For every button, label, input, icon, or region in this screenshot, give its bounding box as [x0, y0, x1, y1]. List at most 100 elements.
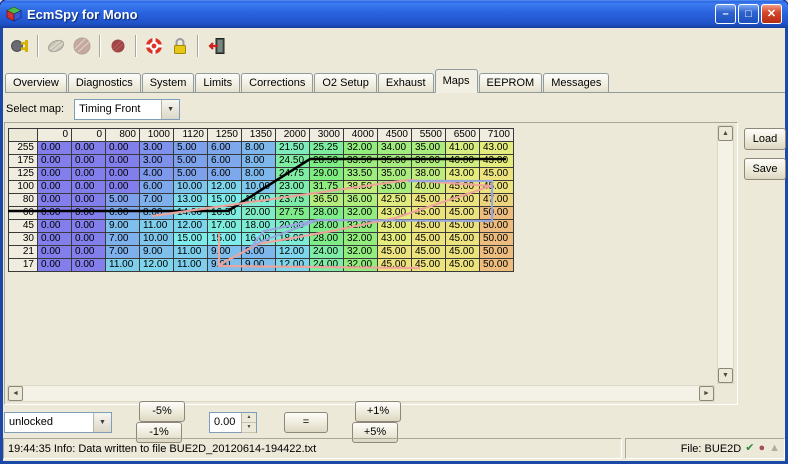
- map-cell[interactable]: 0.00: [38, 168, 71, 180]
- map-cell[interactable]: 32.00: [344, 220, 377, 232]
- map-cell[interactable]: 23.00: [276, 181, 309, 193]
- map-cell[interactable]: 6.00: [208, 155, 241, 167]
- map-cell[interactable]: 45.00: [412, 233, 445, 245]
- map-cell[interactable]: 0.00: [38, 233, 71, 245]
- map-cell[interactable]: 45.00: [378, 259, 411, 271]
- map-cell[interactable]: 3.00: [140, 142, 173, 154]
- map-cell[interactable]: 45.00: [446, 220, 479, 232]
- map-cell[interactable]: 8.00: [242, 142, 275, 154]
- map-cell[interactable]: 45.00: [446, 207, 479, 219]
- map-cell[interactable]: 45.00: [378, 246, 411, 258]
- map-cell[interactable]: 36.00: [344, 194, 377, 206]
- save-button[interactable]: Save: [744, 158, 786, 180]
- map-cell[interactable]: 16.50: [208, 207, 241, 219]
- map-cell[interactable]: 33.50: [344, 168, 377, 180]
- map-cell[interactable]: 18.00: [242, 194, 275, 206]
- tab-corrections[interactable]: Corrections: [241, 73, 313, 92]
- map-cell[interactable]: 0.00: [72, 155, 105, 167]
- map-cell[interactable]: 0.00: [106, 142, 139, 154]
- map-cell[interactable]: 0.00: [72, 259, 105, 271]
- map-cell[interactable]: 29.00: [310, 168, 343, 180]
- map-cell[interactable]: 0.00: [72, 142, 105, 154]
- map-cell[interactable]: 45.00: [446, 259, 479, 271]
- close-button[interactable]: ✕: [761, 4, 782, 24]
- map-cell[interactable]: 10.00: [140, 233, 173, 245]
- scroll-left-icon[interactable]: ◄: [8, 386, 23, 401]
- map-cell[interactable]: 35.00: [412, 142, 445, 154]
- map-cell[interactable]: 45.00: [412, 220, 445, 232]
- map-cell[interactable]: 28.00: [310, 233, 343, 245]
- load-button[interactable]: Load: [744, 128, 786, 150]
- scroll-up-icon[interactable]: ▲: [718, 126, 733, 141]
- map-cell[interactable]: 35.00: [378, 181, 411, 193]
- spinner-up-icon[interactable]: ▲: [242, 413, 256, 423]
- map-cell[interactable]: 28.00: [310, 207, 343, 219]
- map-cell[interactable]: 27.75: [276, 207, 309, 219]
- map-cell[interactable]: 8.00: [140, 207, 173, 219]
- map-cell[interactable]: 9.00: [106, 220, 139, 232]
- map-cell[interactable]: 11.00: [106, 259, 139, 271]
- map-cell[interactable]: 28.00: [310, 220, 343, 232]
- map-cell[interactable]: 11.00: [140, 220, 173, 232]
- map-cell[interactable]: 43.00: [378, 220, 411, 232]
- map-cell[interactable]: 12.00: [140, 259, 173, 271]
- map-cell[interactable]: 8.00: [242, 155, 275, 167]
- map-cell[interactable]: 13.00: [174, 194, 207, 206]
- map-cell[interactable]: 5.00: [174, 155, 207, 167]
- map-cell[interactable]: 50.00: [480, 233, 513, 245]
- map-cell[interactable]: 0.00: [72, 194, 105, 206]
- map-cell[interactable]: 21.50: [276, 142, 309, 154]
- map-cell[interactable]: 6.00: [208, 168, 241, 180]
- map-cell[interactable]: 5.00: [106, 194, 139, 206]
- tab-messages[interactable]: Messages: [543, 73, 609, 92]
- tab-o2-setup[interactable]: O2 Setup: [314, 73, 376, 92]
- map-cell[interactable]: 0.00: [72, 233, 105, 245]
- tab-eeprom[interactable]: EEPROM: [479, 73, 543, 92]
- map-cell[interactable]: 12.00: [174, 220, 207, 232]
- map-cell[interactable]: 15.00: [174, 233, 207, 245]
- map-cell[interactable]: 10.00: [174, 181, 207, 193]
- map-cell[interactable]: 12.00: [276, 259, 309, 271]
- vertical-scrollbar[interactable]: ▲ ▼: [717, 125, 734, 384]
- map-cell[interactable]: 0.00: [38, 246, 71, 258]
- map-cell[interactable]: 9.00: [208, 259, 241, 271]
- tab-maps[interactable]: Maps: [435, 69, 478, 93]
- map-cell[interactable]: 0.00: [72, 220, 105, 232]
- map-cell[interactable]: 32.00: [344, 246, 377, 258]
- map-cell[interactable]: 6.00: [208, 142, 241, 154]
- tab-overview[interactable]: Overview: [5, 73, 67, 92]
- map-cell[interactable]: 3.00: [140, 155, 173, 167]
- lock-icon[interactable]: [168, 34, 192, 58]
- map-cell[interactable]: 45.00: [446, 246, 479, 258]
- map-cell[interactable]: 0.00: [106, 181, 139, 193]
- chevron-down-icon[interactable]: ▼: [93, 413, 111, 432]
- map-cell[interactable]: 43.00: [480, 142, 513, 154]
- map-cell[interactable]: 24.00: [310, 259, 343, 271]
- map-cell[interactable]: 0.00: [106, 155, 139, 167]
- map-cell[interactable]: 45.00: [480, 168, 513, 180]
- map-cell[interactable]: 45.00: [412, 194, 445, 206]
- map-cell[interactable]: 32.00: [344, 207, 377, 219]
- map-cell[interactable]: 23.75: [276, 194, 309, 206]
- chevron-down-icon[interactable]: ▼: [161, 100, 179, 119]
- map-cell[interactable]: 6.00: [106, 207, 139, 219]
- map-cell[interactable]: 0.00: [38, 194, 71, 206]
- map-cell[interactable]: 42.50: [378, 194, 411, 206]
- map-cell[interactable]: 36.00: [412, 155, 445, 167]
- map-cell[interactable]: 24.75: [276, 168, 309, 180]
- map-cell[interactable]: 14.00: [174, 207, 207, 219]
- map-cell[interactable]: 47.00: [480, 194, 513, 206]
- map-cell[interactable]: 7.00: [140, 194, 173, 206]
- map-cell[interactable]: 50.00: [480, 246, 513, 258]
- map-cell[interactable]: 20.00: [276, 220, 309, 232]
- minimize-button[interactable]: –: [715, 4, 736, 24]
- map-cell[interactable]: 35.00: [378, 155, 411, 167]
- map-cell[interactable]: 45.00: [412, 246, 445, 258]
- map-cell[interactable]: 32.00: [344, 259, 377, 271]
- map-cell[interactable]: 45.00: [446, 181, 479, 193]
- scroll-down-icon[interactable]: ▼: [718, 368, 733, 383]
- map-cell[interactable]: 32.00: [344, 142, 377, 154]
- map-cell[interactable]: 31.75: [310, 181, 343, 193]
- tab-limits[interactable]: Limits: [195, 73, 240, 92]
- burn-icon[interactable]: [70, 34, 94, 58]
